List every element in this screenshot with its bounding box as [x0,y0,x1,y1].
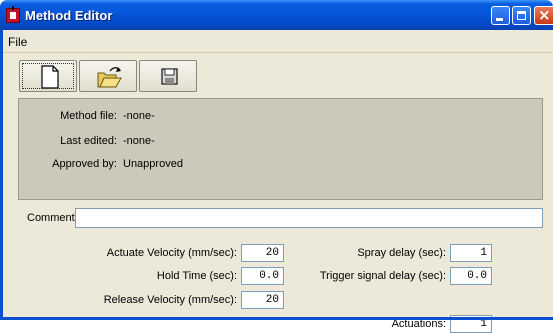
minimize-icon [496,18,503,21]
hold-time-label: Hold Time (sec): [156,270,237,282]
title-bar[interactable]: Method Editor × [0,0,553,30]
release-velocity-label: Release Velocity (mm/sec): [103,294,237,306]
save-button[interactable] [139,60,197,92]
release-velocity-input[interactable]: 20 [241,291,284,309]
actuate-velocity-label: Actuate Velocity (mm/sec): [106,247,237,259]
method-info-panel: Method file: -none- Last edited: -none- … [18,98,543,200]
close-icon: × [538,6,551,24]
floppy-disk-icon [161,68,178,85]
method-editor-window: Method Editor × File Method file: -none-… [0,0,553,333]
last-edited-label: Last edited: [60,135,117,147]
menu-bar: File [3,30,553,53]
minimize-button[interactable] [491,6,510,25]
method-file-label: Method file: [60,110,117,122]
approved-by-label: Approved by: [52,158,117,170]
spray-delay-input[interactable]: 1 [450,244,492,262]
trigger-delay-input[interactable]: 0.0 [450,267,492,285]
close-button[interactable]: × [534,6,553,25]
new-document-icon [41,65,59,89]
new-button[interactable] [19,60,77,92]
comment-label: Comment: [27,212,78,224]
app-icon[interactable] [6,6,20,23]
actuations-input[interactable]: 1 [450,315,492,333]
comment-input[interactable] [75,208,543,228]
hold-time-input[interactable]: 0.0 [241,267,284,285]
trigger-delay-label: Trigger signal delay (sec): [319,270,446,282]
open-button[interactable] [79,60,137,92]
method-file-value: -none- [123,110,155,122]
approved-by-value: Unapproved [123,158,183,170]
window-body: File Method file: -none- Last edited: -n… [0,30,553,333]
actuate-velocity-input[interactable]: 20 [241,244,284,262]
maximize-button[interactable] [512,6,531,25]
maximize-icon [517,11,526,20]
menu-file[interactable]: File [8,35,27,49]
spray-delay-label: Spray delay (sec): [357,247,446,259]
window-title: Method Editor [25,8,113,23]
last-edited-value: -none- [123,135,155,147]
open-folder-icon [97,67,122,88]
